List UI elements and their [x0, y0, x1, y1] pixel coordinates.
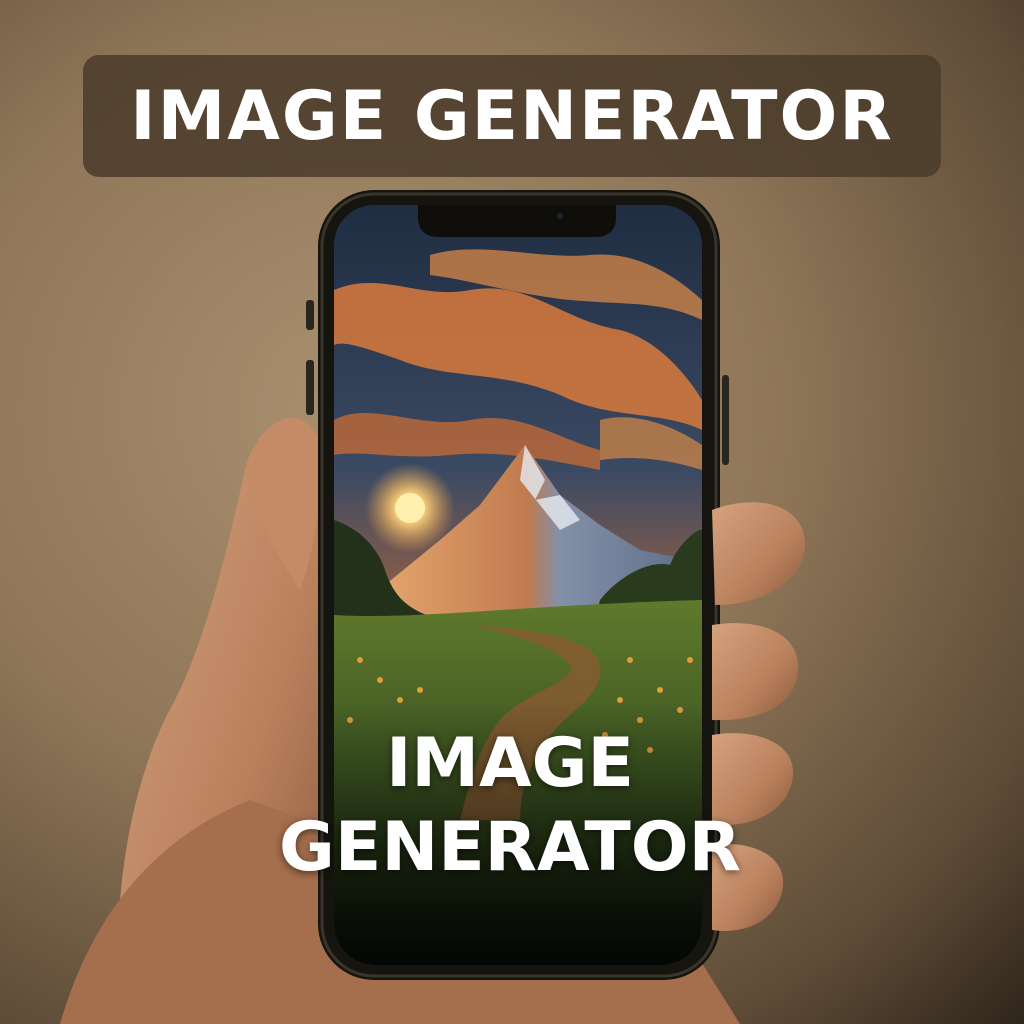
- photo-scene: IMAGE GENERATOR IMAGE GENERATOR: [0, 0, 1024, 1024]
- screen-title-line-1: IMAGE: [386, 724, 634, 803]
- screen-title-line-2: GENERATOR: [279, 808, 741, 887]
- title-banner: IMAGE GENERATOR: [83, 55, 941, 177]
- screen-overlay-title: IMAGE GENERATOR: [270, 722, 750, 890]
- banner-title: IMAGE GENERATOR: [130, 76, 894, 156]
